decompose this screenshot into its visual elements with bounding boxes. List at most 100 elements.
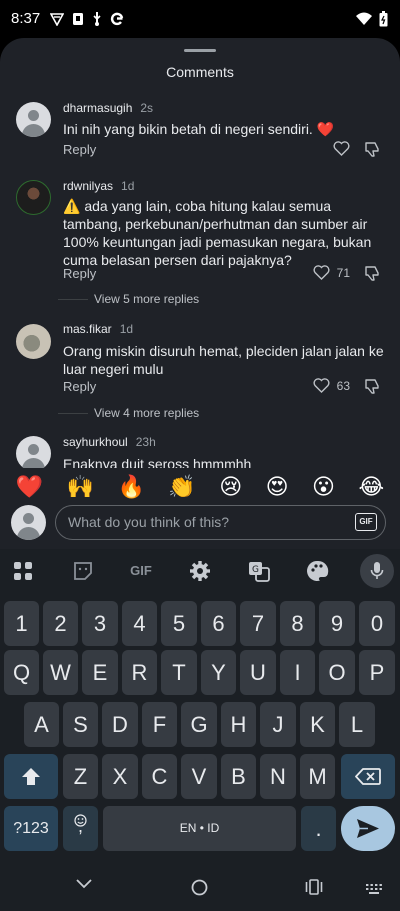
key-2[interactable]: 2 bbox=[43, 601, 78, 646]
emoji-comma-key[interactable]: , bbox=[63, 806, 98, 851]
key-s[interactable]: S bbox=[63, 702, 98, 747]
like-button[interactable] bbox=[333, 141, 350, 156]
key-f[interactable]: F bbox=[142, 702, 177, 747]
gif-button[interactable]: GIF bbox=[355, 513, 377, 531]
like-count: 63 bbox=[336, 378, 350, 393]
comment-text: ⚠️ ada yang lain, coba hitung kalau semu… bbox=[63, 197, 391, 269]
emoji-raised-hands[interactable]: 🙌 bbox=[67, 474, 94, 500]
key-g[interactable]: G bbox=[181, 702, 217, 747]
status-icons-right bbox=[356, 11, 388, 27]
avatar[interactable] bbox=[16, 436, 51, 468]
save-icon bbox=[73, 12, 83, 25]
key-c[interactable]: C bbox=[142, 754, 177, 799]
dislike-icon[interactable] bbox=[364, 266, 380, 281]
dislike-icon[interactable] bbox=[364, 379, 380, 394]
key-b[interactable]: B bbox=[221, 754, 256, 799]
symbols-key[interactable]: ?123 bbox=[4, 806, 58, 851]
period-key[interactable]: . bbox=[301, 806, 336, 851]
key-e[interactable]: E bbox=[82, 650, 118, 695]
emoji-clap[interactable]: 👏 bbox=[168, 474, 195, 500]
key-4[interactable]: 4 bbox=[122, 601, 157, 646]
shift-key[interactable] bbox=[4, 754, 58, 799]
key-3[interactable]: 3 bbox=[82, 601, 118, 646]
recents-icon[interactable] bbox=[305, 879, 323, 895]
like-button[interactable]: 63 bbox=[313, 378, 350, 393]
comment-text-line: Enaknya duit seross hmmmhh bbox=[63, 456, 252, 468]
key-p[interactable]: P bbox=[359, 650, 395, 695]
key-t[interactable]: T bbox=[161, 650, 197, 695]
emoji-laughing[interactable]: 😂 bbox=[358, 474, 384, 500]
key-0[interactable]: 0 bbox=[359, 601, 395, 646]
key-n[interactable]: N bbox=[260, 754, 296, 799]
key-5[interactable]: 5 bbox=[161, 601, 197, 646]
key-8[interactable]: 8 bbox=[280, 601, 315, 646]
keyboard: GIF G 1 2 3 4 5 6 7 8 9 0 Q W E R T Y U … bbox=[0, 549, 400, 857]
key-d[interactable]: D bbox=[102, 702, 138, 747]
key-o[interactable]: O bbox=[319, 650, 355, 695]
emoji-fire[interactable]: 🔥 bbox=[117, 474, 144, 500]
divider bbox=[58, 298, 88, 300]
sticker-icon[interactable] bbox=[71, 559, 95, 583]
avatar[interactable] bbox=[16, 180, 51, 215]
like-button[interactable]: 71 bbox=[313, 265, 350, 280]
space-bar[interactable]: EN • ID bbox=[103, 806, 296, 851]
key-7[interactable]: 7 bbox=[240, 601, 276, 646]
emoji-surprised[interactable]: 😮 bbox=[312, 474, 335, 500]
mic-button[interactable] bbox=[360, 554, 394, 588]
key-q[interactable]: Q bbox=[4, 650, 39, 695]
comment-username[interactable]: mas.fikar 1d bbox=[63, 322, 133, 336]
reply-button[interactable]: Reply bbox=[63, 142, 96, 157]
comment-input[interactable]: What do you think of this? bbox=[55, 505, 386, 540]
emoji-crying[interactable]: 😢 bbox=[219, 474, 242, 500]
back-chevron-icon[interactable] bbox=[76, 879, 92, 889]
key-l[interactable]: L bbox=[339, 702, 375, 747]
comment-username[interactable]: sayhurkhoul 23h bbox=[63, 435, 156, 449]
keyboard-switch-icon[interactable] bbox=[366, 884, 382, 894]
username-text: sayhurkhoul bbox=[63, 435, 128, 449]
avatar[interactable] bbox=[16, 324, 51, 359]
key-1[interactable]: 1 bbox=[4, 601, 39, 646]
gif-tool-button[interactable]: GIF bbox=[124, 559, 158, 583]
send-key[interactable] bbox=[341, 806, 395, 851]
key-m[interactable]: M bbox=[300, 754, 335, 799]
comment-input-row: What do you think of this? GIF bbox=[0, 504, 400, 549]
send-arrow-icon bbox=[357, 819, 379, 838]
reply-button[interactable]: Reply bbox=[63, 379, 96, 394]
key-9[interactable]: 9 bbox=[319, 601, 355, 646]
translate-icon[interactable]: G bbox=[247, 559, 271, 583]
key-v[interactable]: V bbox=[181, 754, 217, 799]
key-w[interactable]: W bbox=[43, 650, 78, 695]
drag-handle[interactable] bbox=[184, 49, 216, 52]
vpn-icon bbox=[50, 12, 64, 26]
emoji-heart-eyes[interactable]: 😍 bbox=[266, 474, 289, 500]
emoji-heart[interactable]: ❤️ bbox=[16, 474, 43, 500]
key-i[interactable]: I bbox=[280, 650, 315, 695]
key-6[interactable]: 6 bbox=[201, 601, 236, 646]
comment-username[interactable]: dharmasugih 2s bbox=[63, 101, 153, 115]
key-a[interactable]: A bbox=[24, 702, 59, 747]
comment-username[interactable]: rdwnilyas 1d bbox=[63, 179, 134, 193]
key-u[interactable]: U bbox=[240, 650, 276, 695]
home-circle-icon[interactable] bbox=[191, 879, 208, 896]
theme-palette-icon[interactable] bbox=[306, 559, 330, 583]
apps-grid-icon[interactable] bbox=[11, 559, 35, 583]
key-k[interactable]: K bbox=[300, 702, 335, 747]
view-more-replies[interactable]: View 5 more replies bbox=[58, 292, 199, 306]
sheet-title: Comments bbox=[166, 64, 234, 80]
backspace-key[interactable] bbox=[341, 754, 395, 799]
avatar[interactable] bbox=[16, 102, 51, 137]
view-more-replies[interactable]: View 4 more replies bbox=[58, 406, 199, 420]
key-y[interactable]: Y bbox=[201, 650, 236, 695]
dislike-icon[interactable] bbox=[364, 142, 380, 157]
key-x[interactable]: X bbox=[102, 754, 138, 799]
key-j[interactable]: J bbox=[260, 702, 296, 747]
key-r[interactable]: R bbox=[122, 650, 157, 695]
comment-time: 1d bbox=[121, 179, 135, 193]
reply-button[interactable]: Reply bbox=[63, 266, 96, 281]
comment-text-line: ⚠️ ada yang lain, coba hitung kalau semu… bbox=[63, 198, 332, 214]
backspace-icon bbox=[355, 768, 381, 785]
key-z[interactable]: Z bbox=[63, 754, 98, 799]
settings-gear-icon[interactable] bbox=[188, 559, 212, 583]
status-time: 8:37 bbox=[11, 10, 41, 27]
key-h[interactable]: H bbox=[221, 702, 256, 747]
